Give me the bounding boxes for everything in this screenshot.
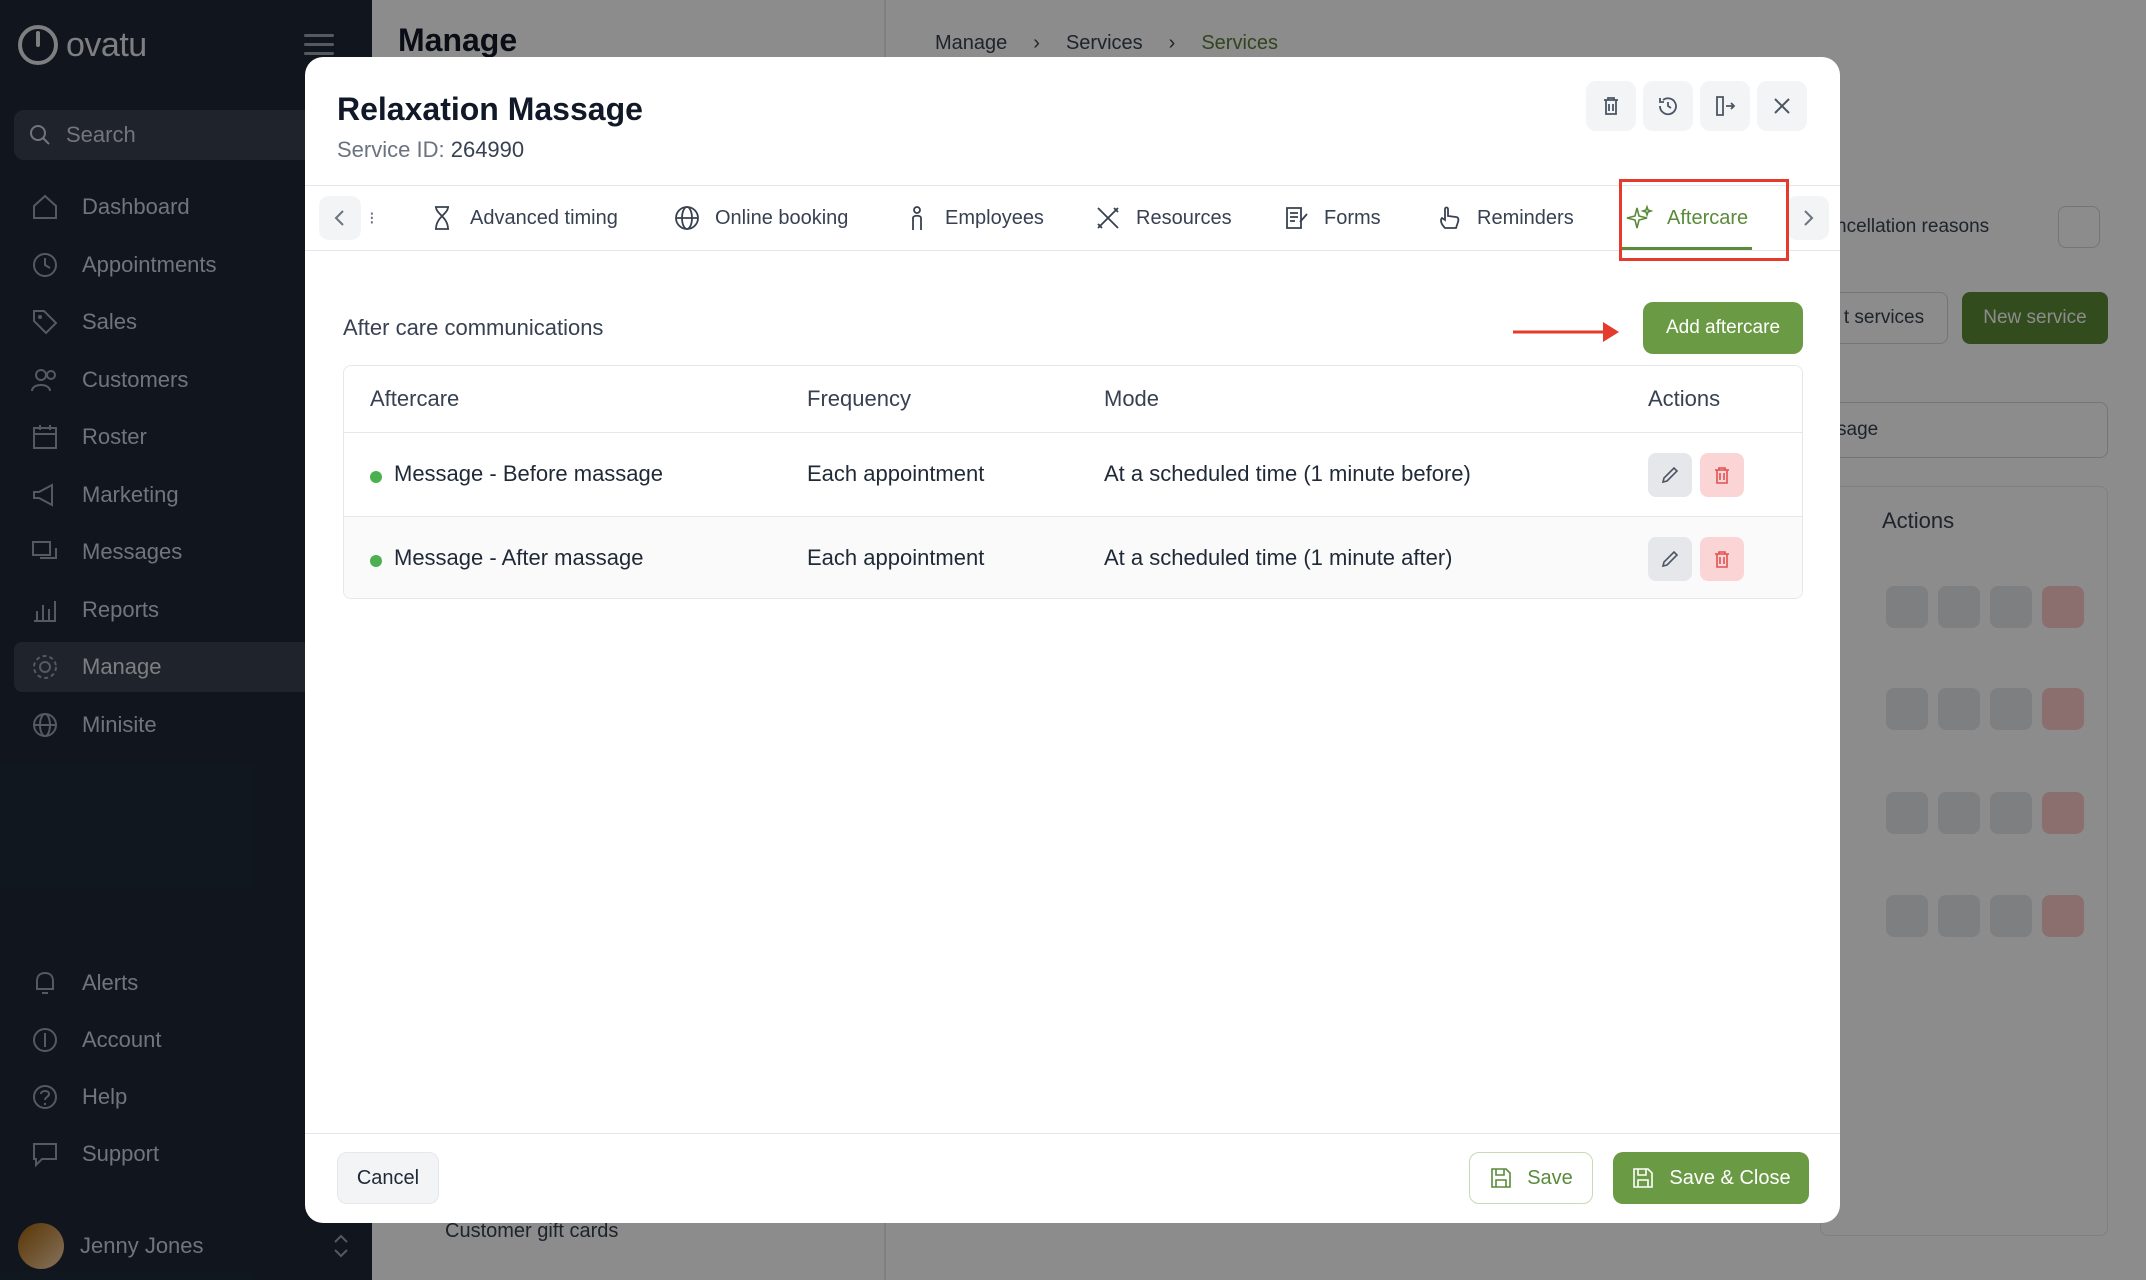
service-id: Service ID: 264990 <box>337 137 524 163</box>
tab-label: Employees <box>945 206 1044 229</box>
add-aftercare-button[interactable]: Add aftercare <box>1643 302 1803 354</box>
annotation-highlight-box <box>1619 179 1789 261</box>
pencil-icon <box>1661 550 1679 568</box>
table-row[interactable]: Message - After massage Each appointment… <box>344 516 1802 598</box>
tab-label: Advanced timing <box>470 206 618 229</box>
edit-button[interactable] <box>1648 537 1692 581</box>
chevron-left-icon <box>334 210 344 226</box>
save-icon <box>1633 1168 1654 1188</box>
hand-icon <box>1440 206 1460 229</box>
section-title: After care communications <box>343 315 604 340</box>
delete-service-button[interactable] <box>1586 81 1636 131</box>
tab-reminders[interactable]: Reminders <box>1435 186 1574 250</box>
aftercare-table: Aftercare Frequency Mode Actions Message… <box>343 365 1803 599</box>
modal-footer: Cancel Save Save & Close <box>305 1133 1840 1223</box>
column-header-actions: Actions <box>1648 386 1721 411</box>
tab-label: Resources <box>1136 206 1232 229</box>
tabs-prev-button[interactable] <box>319 196 361 240</box>
save-button[interactable]: Save <box>1469 1152 1593 1204</box>
chevron-right-icon <box>1804 210 1814 226</box>
tab-label: Reminders <box>1477 206 1574 229</box>
aftercare-frequency: Each appointment <box>807 545 985 570</box>
history-icon <box>1659 97 1677 116</box>
aftercare-frequency: Each appointment <box>807 461 985 486</box>
annotation-arrow-icon <box>1513 322 1619 342</box>
globe-icon <box>675 206 699 230</box>
exit-button[interactable] <box>1700 81 1750 131</box>
tab-partial-icon[interactable]: ⁝ <box>369 186 375 250</box>
column-header-frequency: Frequency <box>807 386 911 411</box>
modal-title: Relaxation Massage <box>337 91 643 127</box>
delete-button[interactable] <box>1700 453 1744 497</box>
tab-forms[interactable]: Forms <box>1282 186 1381 250</box>
table-row[interactable]: Message - Before massage Each appointmen… <box>344 432 1802 516</box>
tab-resources[interactable]: Resources <box>1094 186 1232 250</box>
exit-icon <box>1716 96 1736 116</box>
status-dot <box>370 555 382 567</box>
column-header-aftercare: Aftercare <box>370 386 460 411</box>
tab-label: Forms <box>1324 206 1381 229</box>
service-modal: Relaxation Massage Service ID: 264990 ⁝ … <box>305 57 1840 1223</box>
pencil-icon <box>1661 466 1679 484</box>
column-header-mode: Mode <box>1104 386 1160 411</box>
trash-icon <box>1715 467 1729 484</box>
tab-online-booking[interactable]: Online booking <box>673 186 848 250</box>
trash-icon <box>1604 97 1618 115</box>
status-dot <box>370 471 382 483</box>
delete-button[interactable] <box>1700 537 1744 581</box>
save-close-label: Save & Close <box>1669 1166 1791 1189</box>
tab-label: Online booking <box>715 206 849 229</box>
aftercare-name: Message - After massage <box>394 545 644 570</box>
aftercare-mode: At a scheduled time (1 minute after) <box>1104 545 1453 570</box>
close-button[interactable] <box>1757 81 1807 131</box>
aftercare-mode: At a scheduled time (1 minute before) <box>1104 461 1471 486</box>
service-id-value: 264990 <box>450 137 525 162</box>
close-icon <box>1774 98 1790 114</box>
tab-bar: ⁝ Advanced timing Online booking Employe… <box>305 185 1840 251</box>
aftercare-name: Message - Before massage <box>394 461 664 486</box>
save-icon <box>1491 1168 1512 1188</box>
tab-employees[interactable]: Employees <box>903 186 1044 250</box>
person-icon <box>912 206 922 230</box>
tools-icon <box>1097 207 1119 229</box>
history-button[interactable] <box>1643 81 1693 131</box>
forms-icon <box>1286 207 1308 229</box>
cancel-button[interactable]: Cancel <box>337 1152 439 1204</box>
trash-icon <box>1715 551 1729 568</box>
save-and-close-button[interactable]: Save & Close <box>1613 1152 1809 1204</box>
tabs-next-button[interactable] <box>1787 196 1829 240</box>
tab-advanced-timing[interactable]: Advanced timing <box>428 186 618 250</box>
hourglass-icon <box>435 206 449 230</box>
save-label: Save <box>1527 1166 1573 1189</box>
edit-button[interactable] <box>1648 453 1692 497</box>
service-id-label: Service ID: <box>337 137 445 162</box>
